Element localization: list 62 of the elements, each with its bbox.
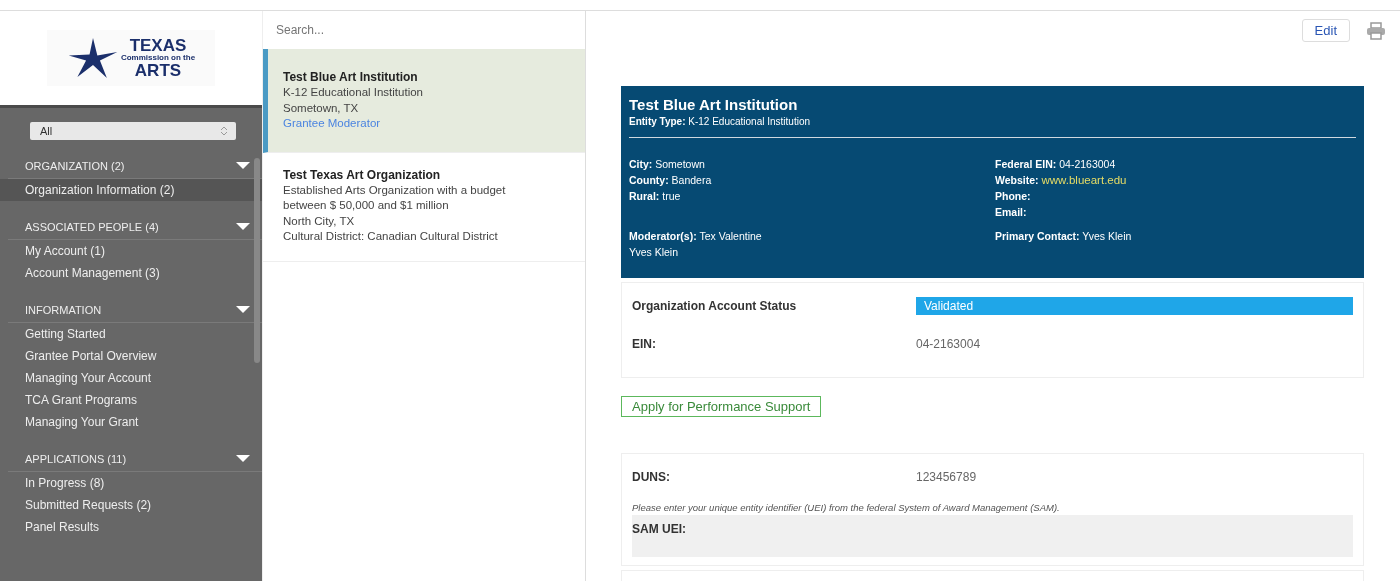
scrollbar[interactable]	[254, 158, 260, 363]
detail-value: 04-2163004	[1059, 158, 1116, 170]
detail-value: Yves Klein	[629, 245, 680, 260]
apply-button[interactable]: Apply for Performance Support	[621, 396, 822, 417]
hint-text: Please enter your unique entity identifier (UEI) from the federal System of Award Management (SAM).	[632, 502, 1061, 513]
nav-item[interactable]: In Progress (8)	[0, 472, 262, 494]
nav-item[interactable]: My Account (1)	[0, 240, 262, 262]
detail-text: City: Sometown	[629, 157, 706, 172]
entity-title: Test Blue Art Institution	[629, 96, 799, 113]
print-icon[interactable]	[1366, 21, 1386, 40]
organization-name: Test Texas Art Organization	[283, 166, 442, 183]
section-heading[interactable]: INFORMATION	[25, 304, 102, 316]
nav-item[interactable]: TCA Grant Programs	[0, 389, 262, 411]
website-link[interactable]: www.blueart.edu	[1041, 174, 1127, 186]
field-value: 123456789	[916, 470, 978, 484]
nav-item[interactable]: Managing Your Grant	[0, 411, 262, 433]
nav-item[interactable]: Getting Started	[0, 323, 262, 345]
caret-icon[interactable]	[236, 162, 250, 170]
nav-item[interactable]: Panel Results	[0, 516, 262, 538]
nav-item[interactable]: Grantee Portal Overview	[0, 345, 262, 367]
organization-role: Grantee Moderator	[283, 116, 382, 132]
section-heading[interactable]: ORGANIZATION (2)	[25, 160, 125, 172]
field-label: SAM UEI:	[632, 522, 686, 536]
section-heading[interactable]: APPLICATIONS (11)	[25, 453, 127, 465]
logo-text: ARTS	[134, 62, 182, 79]
caret-icon[interactable]	[236, 455, 250, 463]
edit-button[interactable]: Edit	[1301, 19, 1350, 42]
field-label: EIN:	[632, 337, 657, 351]
organization-detail: K-12 Educational Institution	[283, 85, 424, 101]
organization-item[interactable]: Test Blue Art Institution K-12 Educational Institution Sometown, TX Grantee Moderator	[263, 49, 585, 153]
detail-label: Federal EIN:	[995, 158, 1057, 170]
nav-item[interactable]: Submitted Requests (2)	[0, 494, 262, 516]
detail-text: County: Bandera	[629, 173, 713, 188]
nav-item[interactable]: Managing Your Account	[0, 367, 262, 389]
field-label: Organization Account Status	[632, 299, 798, 313]
organization-detail: Established Arts Organization with a budget between $ 50,000 and $1 million	[283, 182, 507, 214]
field-value: 04-2163004	[916, 337, 982, 351]
organization-detail: Cultural District: Canadian Cultural District	[283, 229, 499, 245]
status-bar: Validated	[916, 297, 1353, 315]
detail-label: Website:	[995, 174, 1039, 186]
section-heading[interactable]: ASSOCIATED PEOPLE (4)	[25, 221, 159, 233]
nav-item[interactable]: Account Management (3)	[0, 262, 262, 284]
logo-subtext: Commission on the	[120, 54, 196, 62]
caret-icon[interactable]	[236, 223, 250, 231]
organization-detail: North City, TX	[283, 213, 356, 229]
detail-text: Rural: true	[629, 189, 682, 204]
chevron-icon	[220, 125, 228, 137]
organization-detail: Sometown, TX	[283, 100, 360, 116]
nav-item[interactable]: Organization Information (2)	[0, 179, 262, 201]
sam-field[interactable]: SAM UEI:	[632, 515, 1353, 557]
caret-icon[interactable]	[236, 306, 250, 314]
detail-text: Primary Contact: Yves Klein	[995, 229, 1133, 244]
organization-item[interactable]: Test Texas Art Organization Established Arts Organization with a budget between $ 50,000 and $1 million North City, TX Cultural District: Canadian Cultural District	[263, 152, 585, 262]
detail-label: Email:	[995, 206, 1027, 218]
organization-name: Test Blue Art Institution	[283, 69, 419, 86]
entity-type: Entity Type: K-12 Educational Institution	[629, 113, 1356, 138]
logo-text: TEXAS	[129, 37, 187, 54]
field-label: DUNS:	[632, 470, 671, 484]
detail-label: Moderator(s):	[629, 230, 697, 242]
filter-dropdown[interactable]: All	[30, 122, 236, 140]
detail-value: Tex Valentine	[699, 230, 762, 242]
detail-label: Phone:	[995, 190, 1031, 202]
